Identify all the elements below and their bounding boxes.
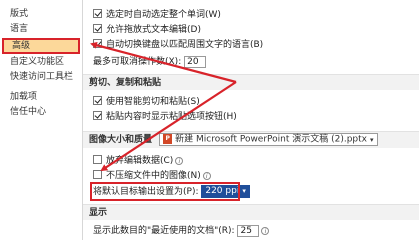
info-icon: i xyxy=(261,226,270,235)
recent-docs-value: 25 xyxy=(240,225,252,236)
nav-item-advanced[interactable]: 高级 xyxy=(2,38,80,54)
options-nav: 版式 语言 高级 自定义功能区 快速访问工具栏 加载项 信任中心 xyxy=(0,0,83,240)
option-discard-editing-data[interactable]: 放弃编辑数据(C) i xyxy=(93,154,184,168)
section-cut-copy-paste: 剪切、复制和粘贴 xyxy=(83,74,419,90)
option-recent-documents: 显示此数目的"最近使用的文档"(R): 25 i xyxy=(93,224,270,238)
undo-count-spinner[interactable]: 20 xyxy=(184,55,207,68)
pptx-file-icon: P xyxy=(163,134,173,144)
option-label: 自动切换键盘以匹配周围文字的语言(B) xyxy=(106,40,264,50)
info-icon: i xyxy=(175,156,184,165)
checkbox-drag-drop[interactable] xyxy=(93,24,102,33)
chevron-down-icon: ▾ xyxy=(242,187,246,195)
option-drag-drop[interactable]: 允许拖放式文本编辑(D) xyxy=(93,23,201,37)
recent-docs-label: 显示此数目的"最近使用的文档"(R): xyxy=(93,226,235,236)
option-label: 允许拖放式文本编辑(D) xyxy=(106,25,201,35)
annotation-highlight-box xyxy=(90,182,240,201)
nav-item-quick-access-toolbar[interactable]: 快速访问工具栏 xyxy=(0,70,81,85)
chevron-down-icon: ▾ xyxy=(370,135,374,144)
option-no-compress-images[interactable]: 不压缩文件中的图像(N) i xyxy=(93,169,211,183)
option-label: 选定时自动选定整个单词(W) xyxy=(106,10,221,20)
option-max-undo: 最多可取消操作数(X): 20 xyxy=(93,55,207,69)
nav-item-addins[interactable]: 加载项 xyxy=(0,90,81,105)
nav-item-customize-ribbon[interactable]: 自定义功能区 xyxy=(0,55,81,70)
section-image-size-quality: 图像大小和质量 P 新建 Microsoft PowerPoint 演示文稿 (2… xyxy=(83,131,419,148)
info-icon: i xyxy=(202,171,211,180)
undo-count-value: 20 xyxy=(187,56,199,67)
checkbox-paste-options-button[interactable] xyxy=(93,111,102,120)
option-label: 放弃编辑数据(C) xyxy=(106,156,174,166)
section-title: 图像大小和质量 xyxy=(89,135,153,145)
recent-docs-spinner[interactable]: 25 xyxy=(237,224,260,237)
option-smart-cut-paste[interactable]: 使用智能剪切和粘贴(S) xyxy=(93,95,200,109)
checkbox-auto-keyboard[interactable] xyxy=(93,39,102,48)
checkbox-select-whole-word[interactable] xyxy=(93,9,102,18)
file-name: 新建 Microsoft PowerPoint 演示文稿 (2).pptx xyxy=(175,134,368,145)
checkbox-smart-cut-paste[interactable] xyxy=(93,96,102,105)
undo-label: 最多可取消操作数(X): xyxy=(93,57,182,67)
nav-item-trust-center[interactable]: 信任中心 xyxy=(0,105,81,120)
option-label: 粘贴内容时显示粘贴选项按钮(H) xyxy=(106,112,237,122)
checkbox-no-compress-images[interactable] xyxy=(93,170,102,179)
option-label: 使用智能剪切和粘贴(S) xyxy=(106,97,200,107)
option-auto-keyboard[interactable]: 自动切换键盘以匹配周围文字的语言(B) xyxy=(93,38,263,52)
image-file-select[interactable]: P 新建 Microsoft PowerPoint 演示文稿 (2).pptx ▾ xyxy=(159,133,378,146)
options-content: 选定时自动选定整个单词(W) 允许拖放式文本编辑(D) 自动切换键盘以匹配周围文… xyxy=(83,0,419,240)
nav-item-language[interactable]: 语言 xyxy=(0,22,81,37)
option-paste-options-button[interactable]: 粘贴内容时显示粘贴选项按钮(H) xyxy=(93,110,237,124)
option-label: 不压缩文件中的图像(N) xyxy=(106,171,201,181)
checkbox-discard-editing-data[interactable] xyxy=(93,155,102,164)
nav-item-layout[interactable]: 版式 xyxy=(0,7,81,22)
section-display: 显示 xyxy=(83,204,419,220)
option-select-whole-word[interactable]: 选定时自动选定整个单词(W) xyxy=(93,8,221,22)
